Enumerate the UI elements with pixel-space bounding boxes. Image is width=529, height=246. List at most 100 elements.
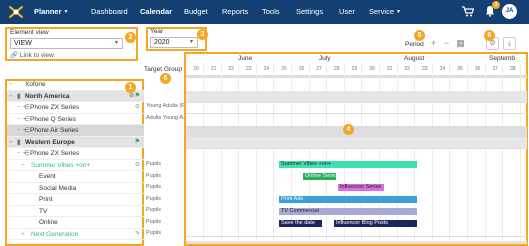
tree-label: Summer Vibes +on+ xyxy=(31,161,91,169)
hierarchy-icon: ⋲ xyxy=(23,115,30,123)
tree-row-north-america[interactable]: − ▮ North America ⊘ ⚑ xyxy=(7,90,144,103)
marker-2: 2 xyxy=(125,32,136,43)
week-label: 37 xyxy=(492,66,498,72)
hierarchy-icon: ⋲ xyxy=(23,127,30,134)
tree-row-phone-zx-na[interactable]: − ⋲ Phone ZX Series ⊘ xyxy=(7,102,144,114)
year-value: 2020 xyxy=(154,39,170,46)
week-label: 24 xyxy=(263,66,270,72)
target-group-cell: Adults Young A... xyxy=(146,114,184,121)
flag-icon[interactable]: ⚑ xyxy=(135,91,140,103)
shopping-cart-icon[interactable] xyxy=(462,6,474,17)
element-view-select[interactable]: VIEW ▼ xyxy=(10,38,123,49)
marker-5: 5 xyxy=(414,30,425,41)
target-group-cell: Pupils xyxy=(146,184,161,190)
tree-row-phone-air[interactable]: − ⋲ Phone Air Series xyxy=(7,125,144,137)
marker-6: 6 xyxy=(160,73,171,84)
tree-row-xofone[interactable]: − Xofone xyxy=(7,79,144,91)
gantt-row-line xyxy=(186,113,527,114)
gantt-bar-save-the-date[interactable]: Save the date xyxy=(279,220,322,227)
gantt-chart-panel xyxy=(184,52,528,246)
tree-label: Event xyxy=(39,173,56,180)
tree-row-online[interactable]: Online xyxy=(7,217,144,229)
nav-dashboard[interactable]: Dashboard xyxy=(91,7,128,16)
element-view-label: Element view xyxy=(10,29,49,36)
tree-label: Online xyxy=(39,219,58,226)
week-label: 23 xyxy=(246,66,252,72)
tree-row-phone-q[interactable]: − ⋲ Phone Q Series xyxy=(7,114,144,126)
tree-label: Phone Q Series xyxy=(30,115,76,123)
collapse-icon[interactable]: − xyxy=(9,137,13,149)
attachment-icon[interactable]: ⊘ xyxy=(135,160,140,172)
tree-row-next-generation[interactable]: + Next Generation ✎ xyxy=(7,229,144,241)
nav-budget[interactable]: Budget xyxy=(184,7,208,16)
gantt-row-line xyxy=(186,148,527,149)
gantt-bar-influencer-series[interactable]: Influencer Series xyxy=(338,184,384,191)
week-label: 20 xyxy=(193,66,199,72)
notification-badge: 3 xyxy=(492,1,500,9)
zoom-in-button[interactable]: + xyxy=(427,37,440,50)
gantt-row-line xyxy=(186,102,527,103)
timeline-scrollbar[interactable] xyxy=(186,75,527,78)
nav-user[interactable]: User xyxy=(339,7,355,16)
tree-row-event[interactable]: Event xyxy=(7,171,144,183)
period-label: Period xyxy=(405,41,424,48)
tree-row-print[interactable]: Print xyxy=(7,194,144,206)
planner-logo-icon[interactable] xyxy=(7,4,25,20)
gantt-bar-influencer-blog-posts[interactable]: Influencer Blog Posts xyxy=(334,220,417,227)
collapse-icon[interactable]: − xyxy=(9,91,13,103)
link-to-view[interactable]: 🔗 Link to view xyxy=(10,51,54,59)
week-label: 29 xyxy=(351,66,358,72)
gantt-bar-summer-vibes[interactable]: Summer Vibes +on+ xyxy=(279,161,417,168)
week-label: 25 xyxy=(281,66,287,72)
flag-icon[interactable]: ⚑ xyxy=(135,137,140,149)
gantt-row-line xyxy=(186,236,527,237)
building-icon: ▮ xyxy=(17,92,21,100)
nav-planner[interactable]: Planner ▼ xyxy=(34,7,68,16)
zoom-out-button[interactable]: − xyxy=(440,37,453,50)
tree-label: North America xyxy=(25,92,70,100)
collapse-icon[interactable]: − xyxy=(17,114,21,126)
chevron-down-icon: ▼ xyxy=(114,40,119,46)
gantt-horizontal-scrollbar[interactable] xyxy=(186,241,527,244)
target-group-cell: Pupils xyxy=(146,161,161,167)
week-label: 34 xyxy=(439,66,446,72)
week-label: 38 xyxy=(510,66,516,72)
gantt-bar-print-ads[interactable]: Print Ads xyxy=(279,196,417,203)
year-select[interactable]: 2020 ▼ xyxy=(150,37,198,48)
week-label: 26 xyxy=(298,66,305,72)
avatar[interactable]: JA xyxy=(502,4,517,19)
tree-row-tv[interactable]: TV xyxy=(7,206,144,217)
chevron-down-icon: ▼ xyxy=(189,39,194,45)
tree-row-social-media[interactable]: Social Media xyxy=(7,183,144,194)
tree-row-phone-zx-we[interactable]: − ⋲ Phone ZX Series xyxy=(7,148,144,160)
marker-1: 1 xyxy=(125,82,136,93)
target-group-cell: Pupils xyxy=(146,172,161,179)
nav-tools[interactable]: Tools xyxy=(262,7,280,16)
link-icon: 🔗 xyxy=(10,52,19,59)
tree-label: Phone Air Series xyxy=(30,127,79,134)
edit-icon[interactable]: ✎ xyxy=(135,229,140,241)
gantt-bar-online-series[interactable]: Online Series xyxy=(303,173,336,180)
gantt-bar-tv-commercial[interactable]: TV Commercial xyxy=(279,208,417,215)
collapse-icon[interactable]: − xyxy=(17,102,21,114)
tree-row-western-europe[interactable]: − ▮ Western Europe ⚑ xyxy=(7,136,144,149)
nav-calendar[interactable]: Calendar xyxy=(140,7,172,16)
nav-service[interactable]: Service ▼ xyxy=(369,7,401,16)
collapse-icon[interactable]: − xyxy=(9,79,13,91)
week-label: 33 xyxy=(422,66,428,72)
collapse-icon[interactable]: − xyxy=(21,160,25,172)
tree-row-summer-vibes[interactable]: − Summer Vibes +on+ ⊘ xyxy=(7,160,144,172)
calendar-icon[interactable]: ▦ xyxy=(454,37,467,50)
month-label: August xyxy=(404,55,425,62)
collapse-icon[interactable]: − xyxy=(17,148,21,160)
top-navigation-bar: Planner ▼ Dashboard Calendar Budget Repor… xyxy=(0,0,529,24)
chevron-down-icon: ▼ xyxy=(63,9,69,15)
year-label: Year xyxy=(150,28,164,35)
collapse-icon[interactable]: − xyxy=(17,125,21,137)
nav-settings[interactable]: Settings xyxy=(296,7,323,16)
export-download-icon[interactable]: ⤓ xyxy=(503,37,516,50)
expand-icon[interactable]: + xyxy=(21,229,25,241)
nav-reports[interactable]: Reports xyxy=(222,7,248,16)
attachment-icon[interactable]: ⊘ xyxy=(135,102,140,114)
month-label: July xyxy=(319,55,331,62)
